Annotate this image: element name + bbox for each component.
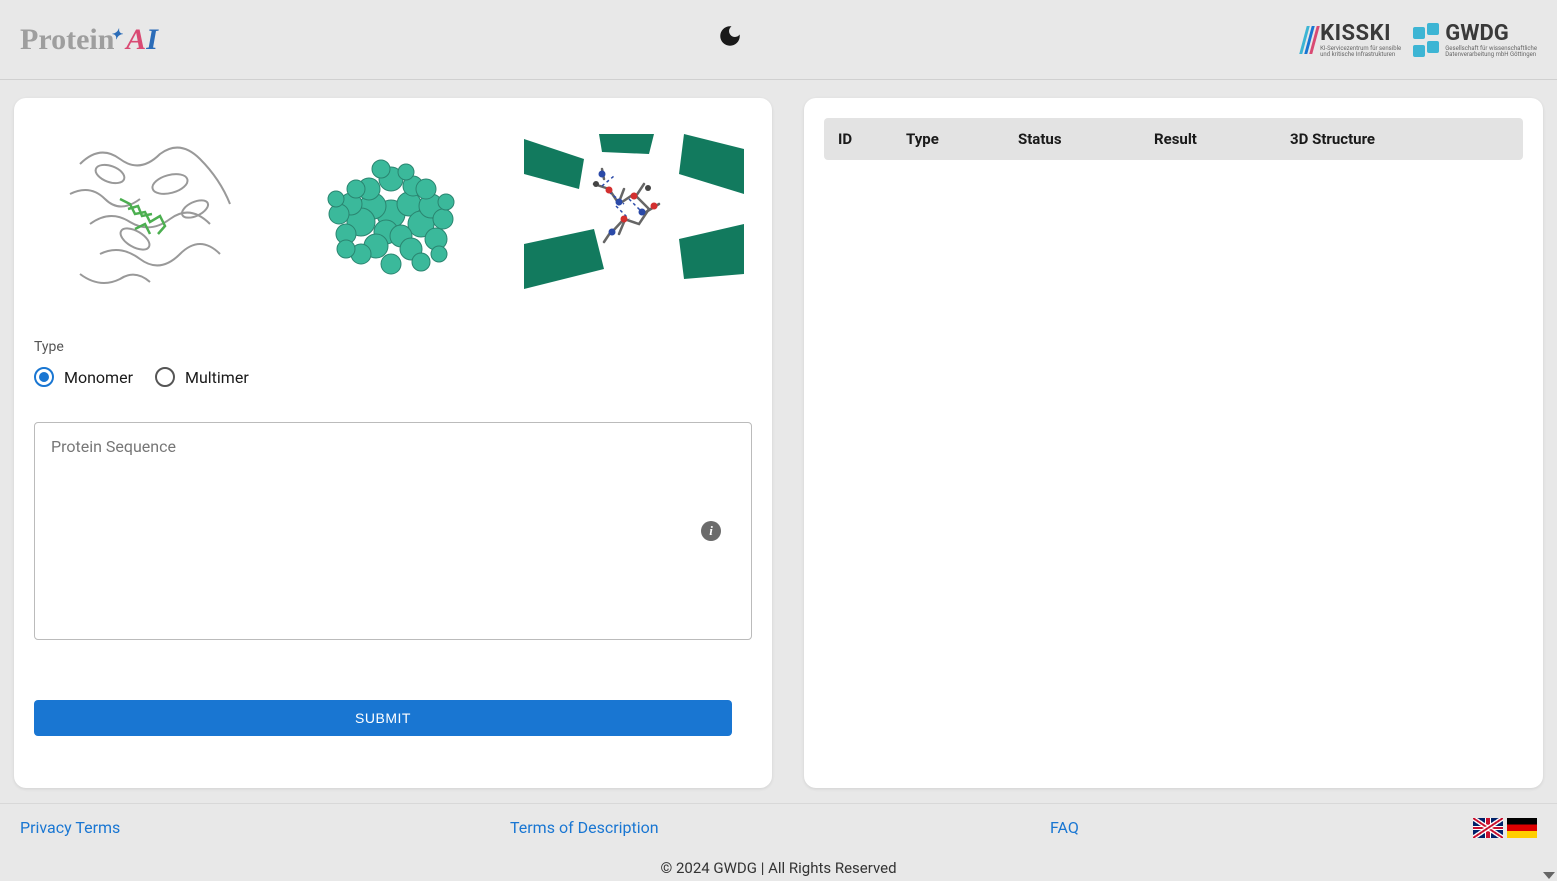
app-header: Protein✦ AI KISSKI KI-Servicezentrum für … bbox=[0, 0, 1557, 80]
protein-sequence-input[interactable]: Protein Sequence i bbox=[34, 422, 752, 640]
scrollbar-down-icon[interactable] bbox=[1542, 866, 1557, 881]
language-flags bbox=[1473, 818, 1537, 838]
kisski-logo[interactable]: KISSKI KI-Servicezentrum für sensibleund… bbox=[1303, 21, 1401, 58]
results-table-header: ID Type Status Result 3D Structure bbox=[824, 118, 1523, 160]
gwdg-squares-icon bbox=[1413, 27, 1439, 53]
radio-circle-icon bbox=[155, 367, 175, 387]
protein-image-1 bbox=[42, 126, 258, 301]
th-result: Result bbox=[1154, 130, 1290, 148]
input-panel: Type Monomer Multimer Protein Sequence i… bbox=[14, 98, 772, 788]
protein-illustrations bbox=[34, 118, 752, 309]
th-status: Status bbox=[1018, 130, 1154, 148]
radio-multimer-label: Multimer bbox=[185, 368, 249, 387]
th-id: ID bbox=[838, 130, 906, 148]
copyright-text: © 2024 GWDG | All Rights Reserved bbox=[0, 851, 1557, 881]
th-structure: 3D Structure bbox=[1290, 130, 1509, 148]
gwdg-text: GWDG bbox=[1445, 21, 1537, 46]
terms-link[interactable]: Terms of Description bbox=[510, 818, 659, 837]
partner-logos: KISSKI KI-Servicezentrum für sensibleund… bbox=[1303, 21, 1537, 58]
gwdg-logo[interactable]: GWDG Gesellschaft für wissenschaftlicheD… bbox=[1413, 21, 1537, 58]
protein-image-2 bbox=[283, 126, 499, 301]
faq-link[interactable]: FAQ bbox=[1050, 818, 1079, 837]
header-center bbox=[158, 23, 1303, 56]
radio-monomer-label: Monomer bbox=[64, 368, 133, 387]
gwdg-subtitle: Gesellschaft für wissenschaftlicheDatenv… bbox=[1445, 46, 1537, 58]
app-footer: Privacy Terms Terms of Description FAQ ©… bbox=[0, 803, 1557, 881]
flag-english-icon[interactable] bbox=[1473, 818, 1503, 838]
flag-german-icon[interactable] bbox=[1507, 818, 1537, 838]
type-section: Type Monomer Multimer bbox=[34, 339, 752, 387]
main-content: Type Monomer Multimer Protein Sequence i… bbox=[0, 80, 1557, 806]
type-radio-group: Monomer Multimer bbox=[34, 367, 752, 387]
app-logo: Protein✦ AI bbox=[20, 23, 158, 57]
results-panel: ID Type Status Result 3D Structure bbox=[804, 98, 1543, 788]
footer-links: Privacy Terms Terms of Description FAQ bbox=[0, 804, 1557, 851]
radio-circle-icon bbox=[34, 367, 54, 387]
th-type: Type bbox=[906, 130, 1018, 148]
protein-image-3 bbox=[524, 126, 744, 301]
logo-i: I bbox=[146, 23, 158, 56]
kisski-bars-icon bbox=[1303, 26, 1316, 54]
sparkle-icon: ✦ bbox=[110, 28, 122, 43]
submit-button[interactable]: SUBMIT bbox=[34, 700, 732, 736]
kisski-subtitle: KI-Servicezentrum für sensibleund kritis… bbox=[1320, 46, 1401, 58]
dark-mode-icon[interactable] bbox=[717, 23, 743, 56]
type-label: Type bbox=[34, 339, 752, 355]
logo-prefix: Protein bbox=[20, 23, 114, 57]
sequence-placeholder: Protein Sequence bbox=[51, 437, 176, 456]
radio-monomer[interactable]: Monomer bbox=[34, 367, 133, 387]
privacy-link[interactable]: Privacy Terms bbox=[20, 818, 120, 837]
logo-a: A bbox=[126, 23, 146, 56]
kisski-text: KISSKI bbox=[1320, 21, 1401, 46]
radio-multimer[interactable]: Multimer bbox=[155, 367, 249, 387]
info-icon[interactable]: i bbox=[701, 521, 721, 541]
